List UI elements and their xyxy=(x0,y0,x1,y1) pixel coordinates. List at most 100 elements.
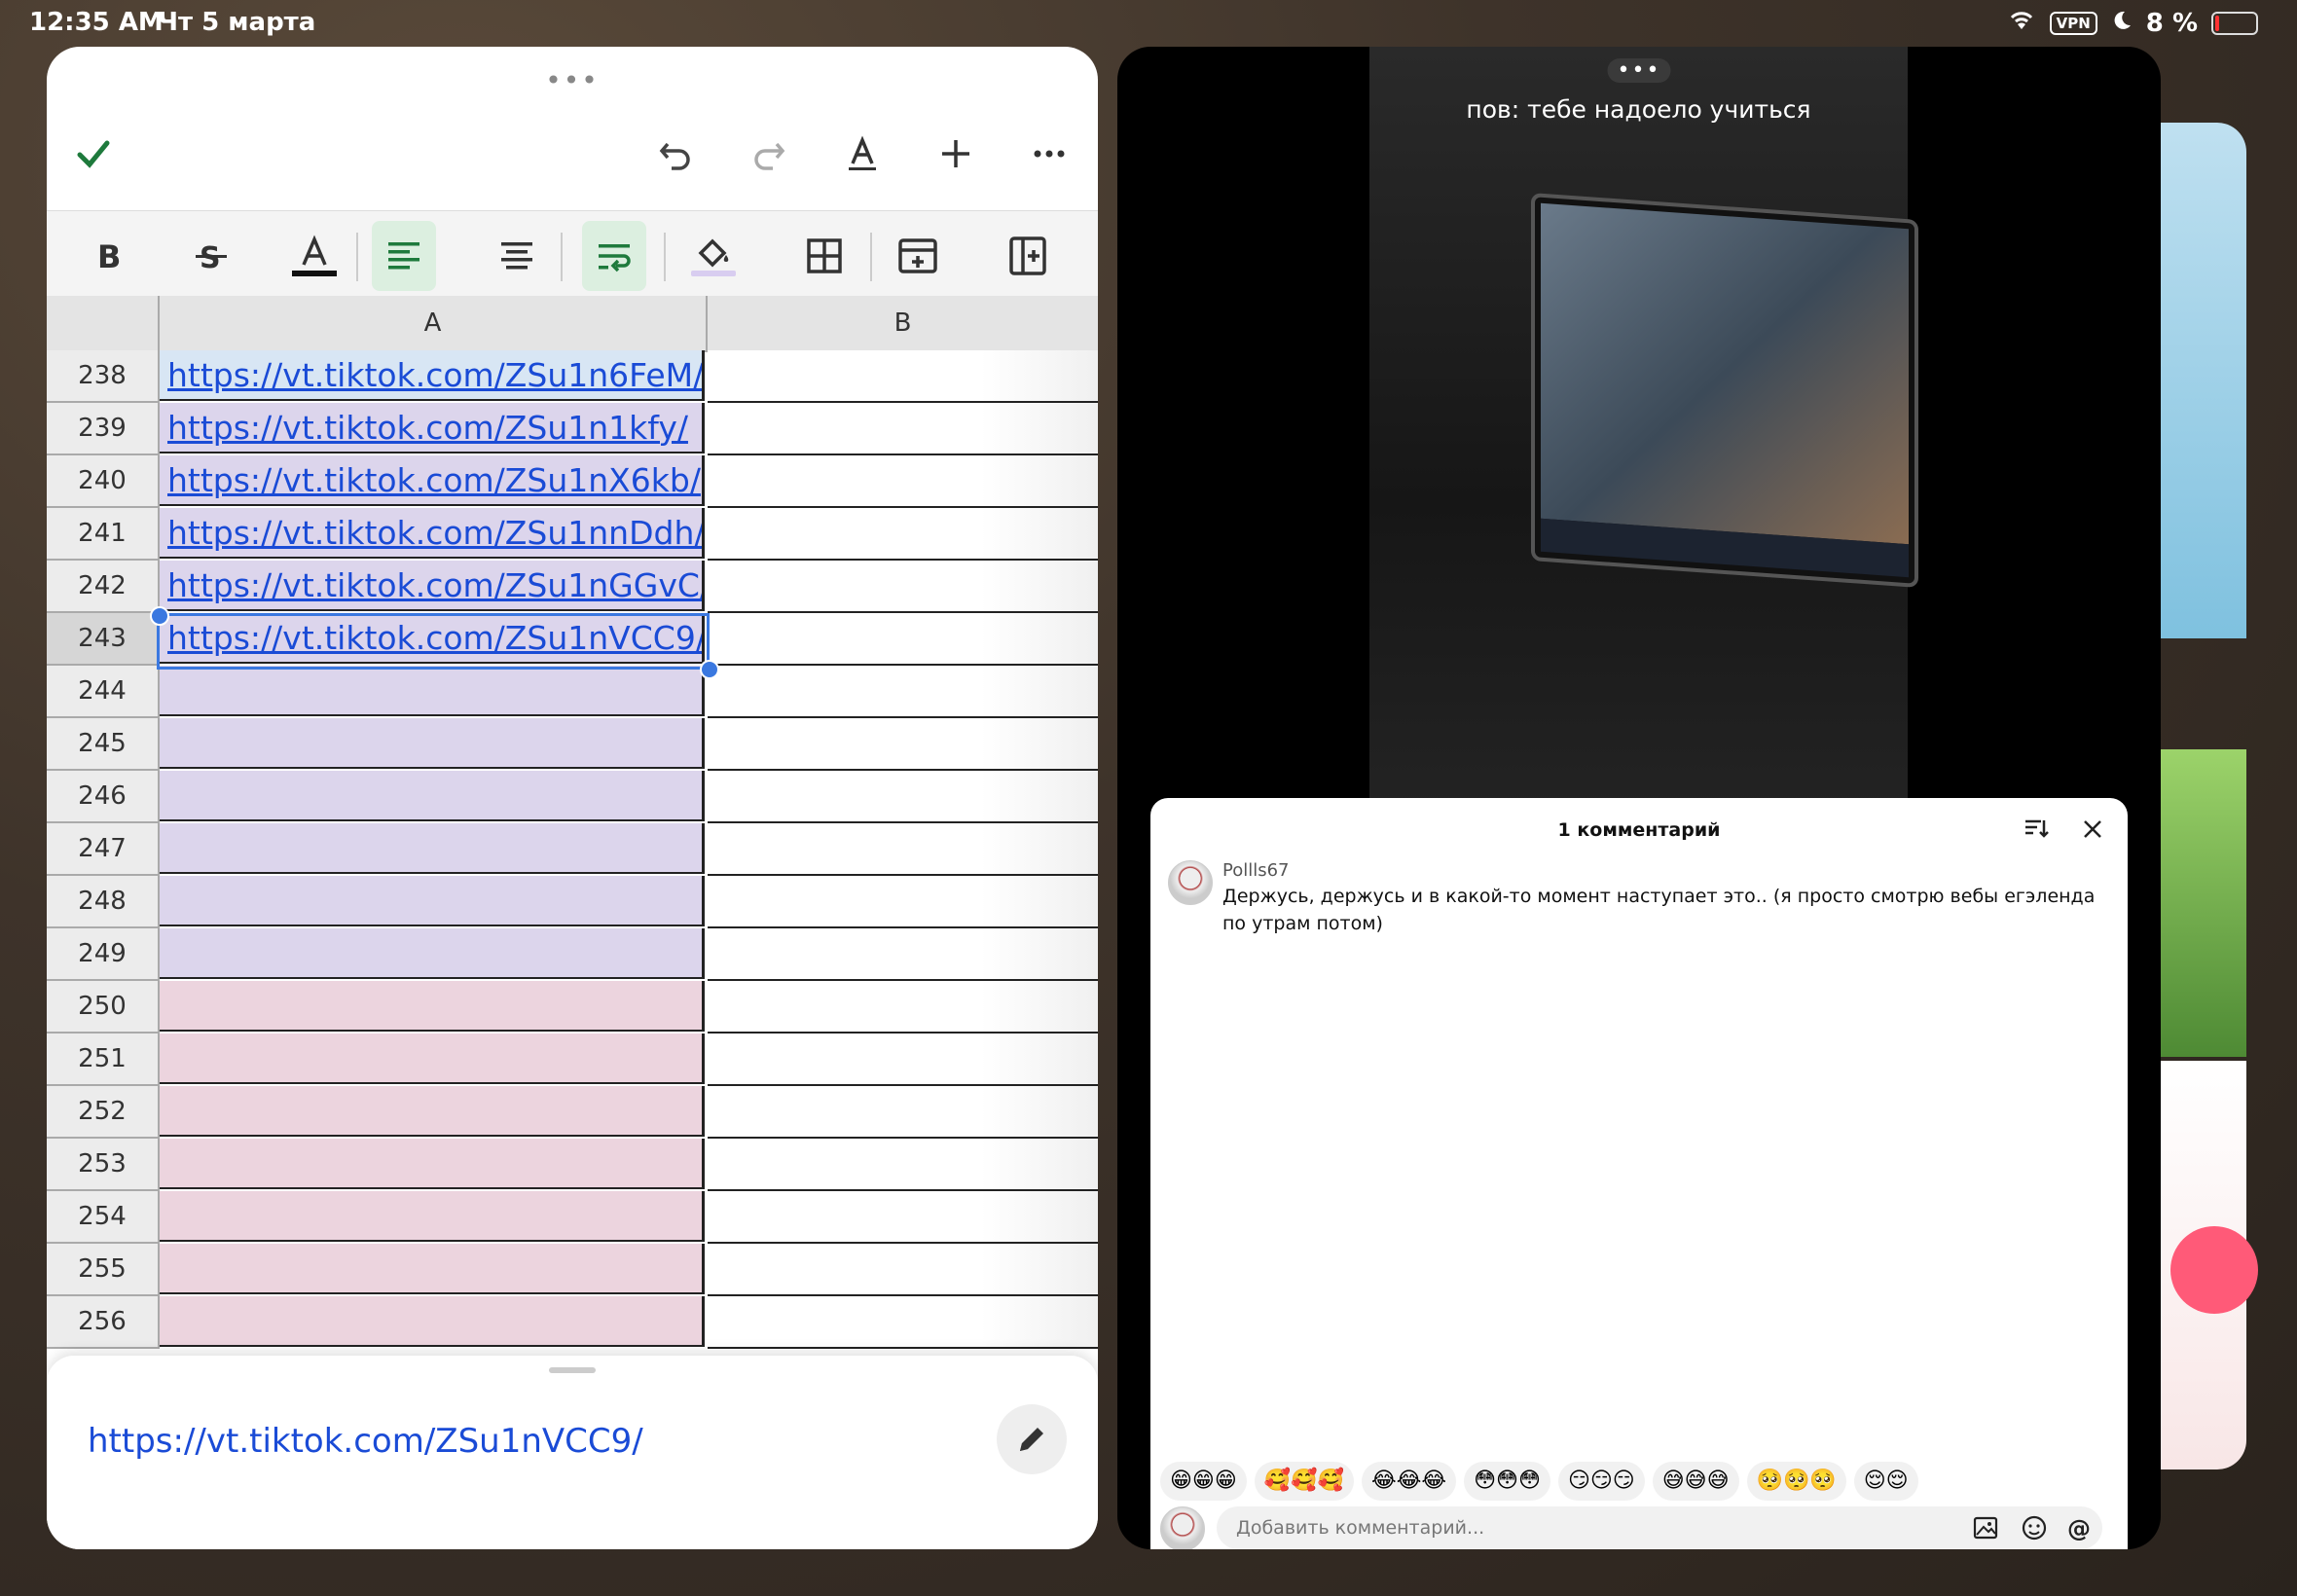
cell-a[interactable] xyxy=(160,1191,705,1242)
emoji-button[interactable]: 😅😅😅 xyxy=(1652,1462,1739,1501)
close-icon[interactable] xyxy=(2079,816,2106,847)
cell-b[interactable] xyxy=(708,1086,1098,1139)
emoji-button[interactable]: 🥰🥰🥰 xyxy=(1254,1462,1354,1501)
row-number[interactable]: 244 xyxy=(47,666,160,718)
cell-b[interactable] xyxy=(708,1139,1098,1191)
cell-b[interactable] xyxy=(708,1034,1098,1086)
cell-a[interactable]: https://vt.tiktok.com/ZSu1nX6kb/ xyxy=(160,455,705,506)
cell-b[interactable] xyxy=(708,350,1098,403)
row-number[interactable]: 239 xyxy=(47,403,160,455)
emoji-button[interactable]: 😌😌 xyxy=(1853,1462,1918,1501)
row-number[interactable]: 243 xyxy=(47,613,160,666)
borders-icon[interactable] xyxy=(792,221,857,291)
cell-a[interactable] xyxy=(160,771,705,821)
select-all-corner[interactable] xyxy=(47,296,160,352)
row-number[interactable]: 252 xyxy=(47,1086,160,1139)
row-number[interactable]: 256 xyxy=(47,1296,160,1349)
cell-b[interactable] xyxy=(708,1244,1098,1296)
comment-input[interactable]: Добавить комментарий... @ xyxy=(1217,1506,2102,1549)
row-number[interactable]: 255 xyxy=(47,1244,160,1296)
cell-a[interactable] xyxy=(160,823,705,874)
cell-a[interactable] xyxy=(160,981,705,1032)
column-header-a[interactable]: A xyxy=(160,296,708,352)
text-format-icon[interactable] xyxy=(833,125,892,183)
align-center-icon[interactable] xyxy=(485,221,549,291)
cell-b[interactable] xyxy=(708,508,1098,561)
cell-b[interactable] xyxy=(708,455,1098,508)
row-number[interactable]: 246 xyxy=(47,771,160,823)
cell-a[interactable]: https://vt.tiktok.com/ZSu1nnDdh/ xyxy=(160,508,705,559)
row-number[interactable]: 253 xyxy=(47,1139,160,1191)
row-number[interactable]: 250 xyxy=(47,981,160,1034)
cell-a[interactable] xyxy=(160,666,705,716)
video-player[interactable]: пов: тебе надоело учиться xyxy=(1369,47,1918,806)
strikethrough-icon[interactable]: S xyxy=(179,221,243,291)
image-icon[interactable] xyxy=(1972,1514,1999,1542)
cell-a[interactable] xyxy=(160,928,705,979)
cell-b[interactable] xyxy=(708,666,1098,718)
emoji-button[interactable]: 😁😁😁 xyxy=(1160,1462,1247,1501)
selection-handle-start[interactable] xyxy=(150,606,169,626)
cell-a[interactable] xyxy=(160,718,705,769)
cell-b[interactable] xyxy=(708,1191,1098,1244)
cell-b[interactable] xyxy=(708,823,1098,876)
emoji-button[interactable]: 😏😏😏 xyxy=(1557,1462,1645,1501)
insert-column-icon[interactable] xyxy=(997,221,1061,291)
cell-a[interactable]: https://vt.tiktok.com/ZSu1nVCC9/ xyxy=(160,613,705,664)
selection-handle-end[interactable] xyxy=(700,660,719,679)
cell-b[interactable] xyxy=(708,718,1098,771)
row-number[interactable]: 248 xyxy=(47,876,160,928)
more-icon[interactable] xyxy=(1020,125,1078,183)
row-number[interactable]: 245 xyxy=(47,718,160,771)
cell-b[interactable] xyxy=(708,613,1098,666)
column-header-b[interactable]: B xyxy=(708,296,1098,352)
cell-a[interactable] xyxy=(160,1139,705,1189)
cell-a[interactable] xyxy=(160,1034,705,1084)
cell-b[interactable] xyxy=(708,771,1098,823)
align-left-icon[interactable] xyxy=(372,221,436,291)
mention-icon[interactable]: @ xyxy=(2065,1514,2093,1542)
row-number[interactable]: 238 xyxy=(47,350,160,403)
edit-button[interactable] xyxy=(997,1404,1067,1474)
emoji-button[interactable]: 😂😂😂 xyxy=(1362,1462,1457,1501)
cell-value[interactable]: https://vt.tiktok.com/ZSu1nVCC9/ xyxy=(88,1422,643,1461)
emoji-button[interactable]: 🥺🥺🥺 xyxy=(1746,1462,1846,1501)
undo-icon[interactable] xyxy=(646,125,705,183)
cell-a[interactable] xyxy=(160,876,705,926)
row-number[interactable]: 241 xyxy=(47,508,160,561)
cell-a[interactable] xyxy=(160,1296,705,1347)
cell-b[interactable] xyxy=(708,876,1098,928)
add-icon[interactable] xyxy=(927,125,985,183)
avatar[interactable] xyxy=(1168,860,1213,905)
insert-row-icon[interactable] xyxy=(886,221,950,291)
window-grabber[interactable]: ••• xyxy=(545,64,600,96)
wrap-text-icon[interactable] xyxy=(582,221,646,291)
cell-a[interactable]: https://vt.tiktok.com/ZSu1n6FeM/ xyxy=(160,350,705,401)
row-number[interactable]: 240 xyxy=(47,455,160,508)
cell-b[interactable] xyxy=(708,981,1098,1034)
emoji-button[interactable]: 😳😳😳 xyxy=(1464,1462,1550,1501)
cell-b[interactable] xyxy=(708,403,1098,455)
sort-icon[interactable] xyxy=(2023,816,2050,847)
checkmark-icon[interactable] xyxy=(64,125,123,183)
row-number[interactable]: 254 xyxy=(47,1191,160,1244)
cell-a[interactable]: https://vt.tiktok.com/ZSu1nGGvC/ xyxy=(160,561,705,611)
cell-b[interactable] xyxy=(708,1296,1098,1349)
background-app-card[interactable] xyxy=(2159,123,2246,638)
comment-username[interactable]: Pollls67 xyxy=(1222,860,1290,881)
row-number[interactable]: 247 xyxy=(47,823,160,876)
redo-icon[interactable] xyxy=(740,125,798,183)
sticker-icon[interactable] xyxy=(2021,1514,2048,1542)
sheet-grabber[interactable] xyxy=(549,1367,596,1373)
fill-color-icon[interactable] xyxy=(681,221,746,291)
cell-a[interactable] xyxy=(160,1244,705,1294)
cell-a[interactable]: https://vt.tiktok.com/ZSu1n1kfy/ xyxy=(160,403,705,453)
row-number[interactable]: 242 xyxy=(47,561,160,613)
cell-b[interactable] xyxy=(708,928,1098,981)
row-number[interactable]: 251 xyxy=(47,1034,160,1086)
cell-b[interactable] xyxy=(708,561,1098,613)
window-grabber[interactable]: ••• xyxy=(1607,58,1671,83)
background-app-card-game[interactable] xyxy=(2159,749,2246,1057)
text-color-icon[interactable] xyxy=(282,221,346,291)
bold-icon[interactable]: B xyxy=(76,221,140,291)
